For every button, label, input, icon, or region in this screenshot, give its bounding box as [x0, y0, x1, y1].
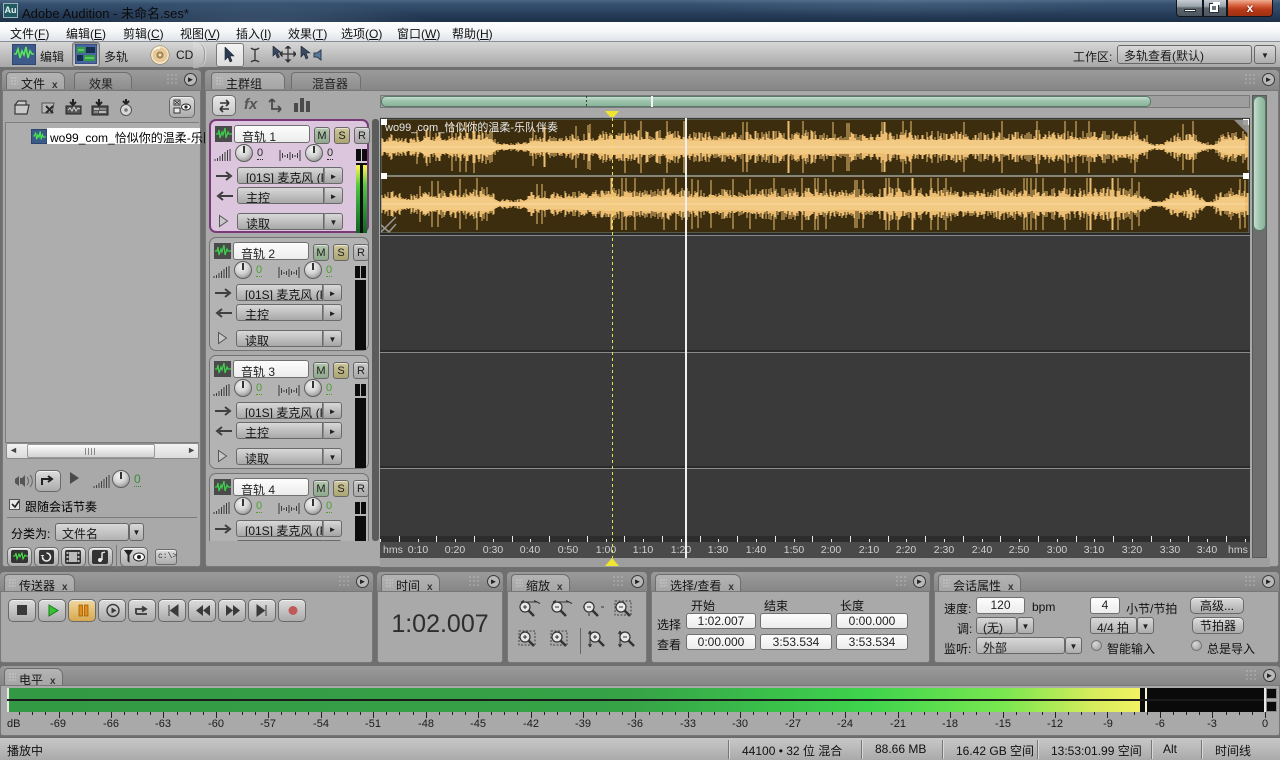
svg-text:wo99_com_恰似你的温柔-乐队伴奏: wo99_com_恰似你的温柔-乐队伴奏 — [384, 120, 558, 134]
